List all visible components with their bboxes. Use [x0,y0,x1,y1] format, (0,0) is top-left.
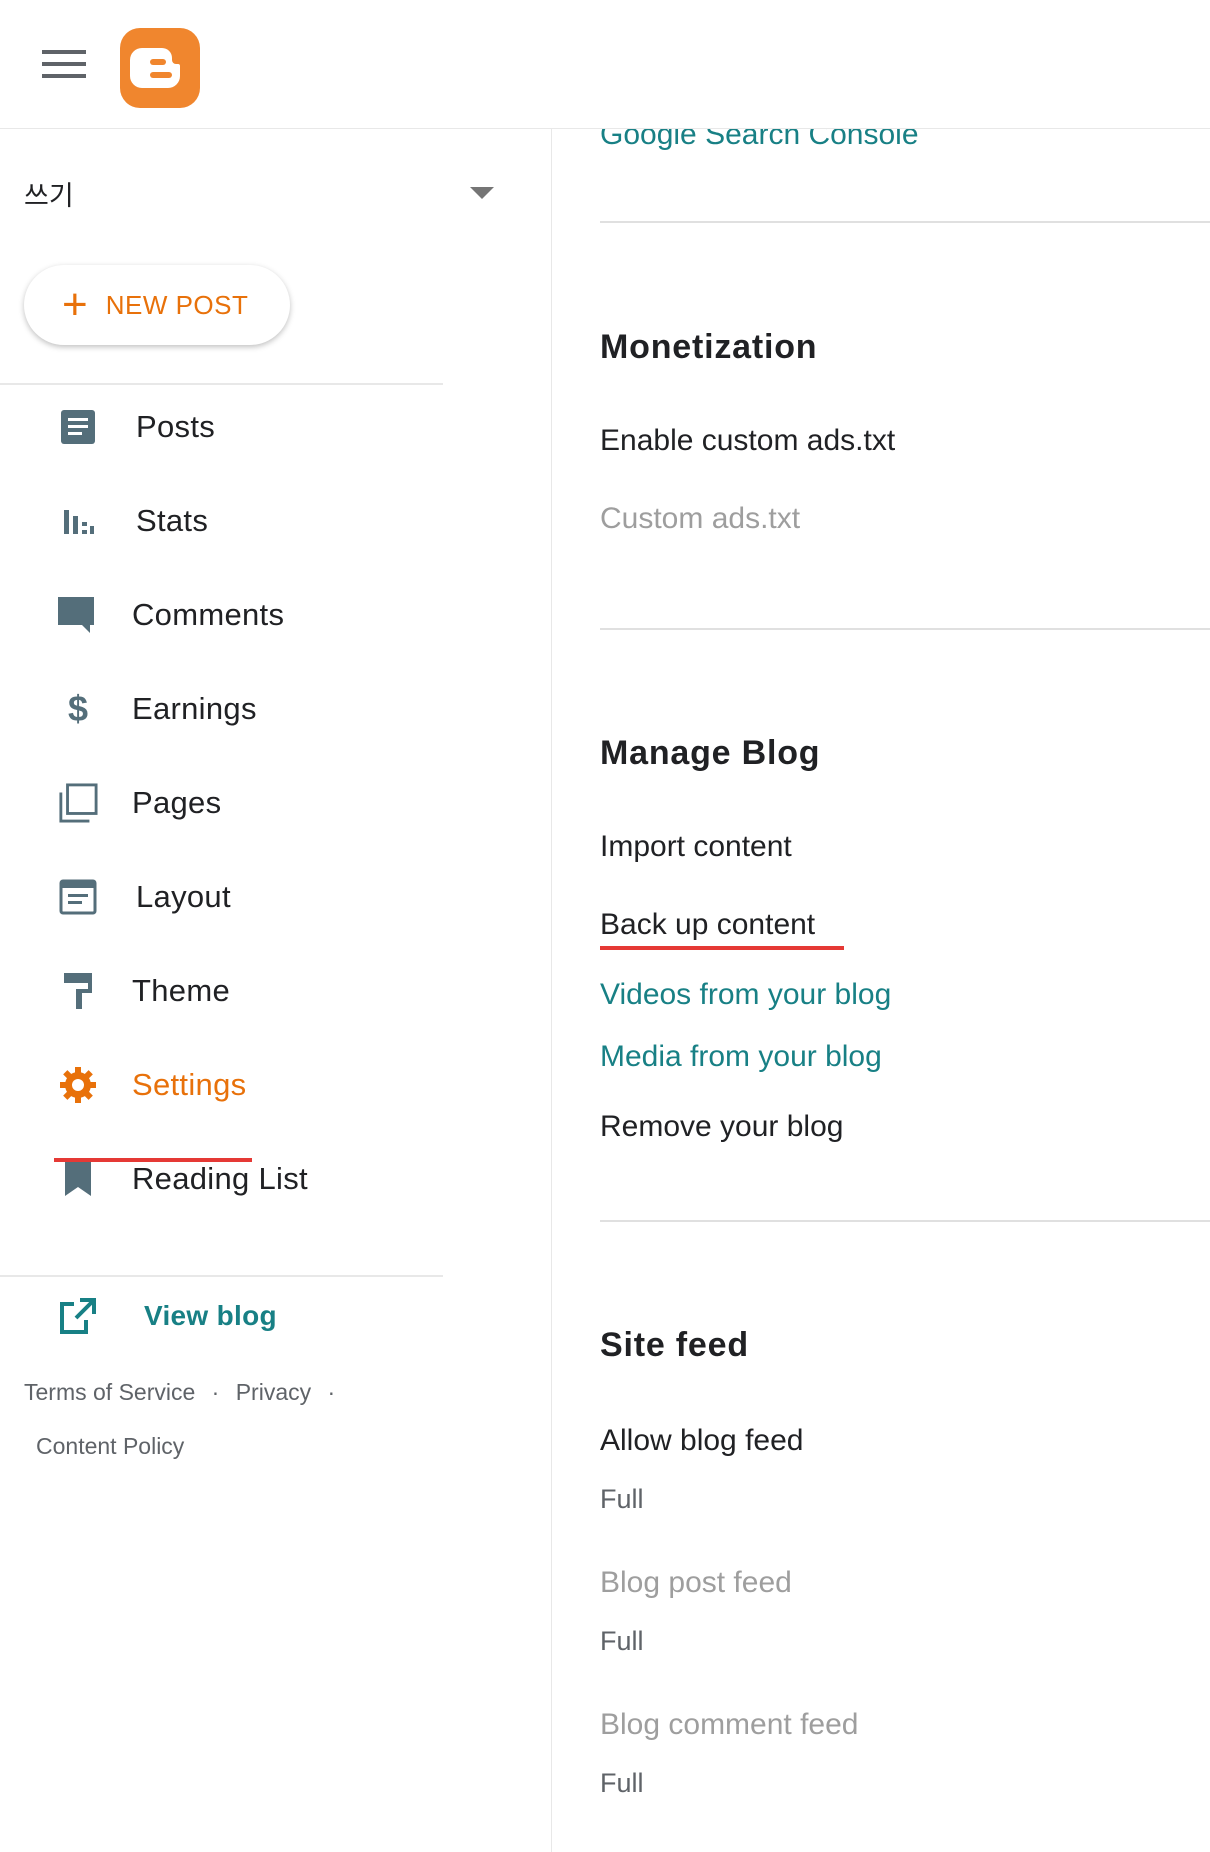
content-policy-link[interactable]: Content Policy [36,1433,184,1459]
blog-selector[interactable]: 쓰기 [24,173,494,213]
sidebar-item-reading-list[interactable]: Reading List [0,1139,443,1219]
sidebar-item-label: Stats [136,503,209,538]
sidebar-item-label: Layout [136,879,231,914]
section-divider [600,628,1210,630]
new-post-label: NEW POST [105,289,249,320]
custom-ads-txt-setting: Custom ads.txt [600,502,801,535]
sidebar-item-pages[interactable]: Pages [0,763,443,843]
terms-of-service-link[interactable]: Terms of Service [24,1379,195,1405]
sidebar-item-posts[interactable]: Posts [0,387,443,467]
back-up-content-link[interactable]: Back up content [600,908,815,942]
dropdown-caret-icon [470,187,494,199]
blogger-logo-icon[interactable] [120,28,200,108]
sidebar-item-label: Reading List [132,1161,308,1196]
separator: · [211,1379,220,1405]
sidebar-divider [0,383,443,385]
section-divider [600,221,1210,223]
sidebar-item-earnings[interactable]: $ Earnings [0,669,443,749]
sidebar-item-layout[interactable]: Layout [0,857,443,937]
view-blog-label: View blog [144,1300,277,1331]
posts-icon [58,407,98,447]
sidebar-item-label: Earnings [132,691,257,726]
dollar-icon: $ [67,688,89,729]
external-link-icon [58,1296,98,1336]
manage-blog-heading: Manage Blog [600,734,821,772]
sidebar-divider [0,1275,443,1277]
monetization-heading: Monetization [600,328,818,366]
blog-post-feed-value: Full [600,1626,644,1656]
stats-icon [58,501,98,541]
privacy-link[interactable]: Privacy [236,1379,311,1405]
enable-custom-ads-txt-setting[interactable]: Enable custom ads.txt [600,424,895,458]
top-bar [0,0,1210,129]
sidebar-item-comments[interactable]: Comments [0,575,443,655]
sidebar-item-label: Comments [132,597,285,632]
allow-blog-feed-setting[interactable]: Allow blog feed [600,1424,803,1458]
blog-post-feed-setting: Blog post feed [600,1566,792,1599]
remove-blog-link[interactable]: Remove your blog [600,1110,843,1144]
sidebar: 쓰기 + NEW POST Posts Stats Comments $ Ear… [0,129,552,1852]
comments-icon [56,595,96,635]
settings-main: Google Search Console Monetization Enabl… [552,0,1210,1852]
back-up-content-underline [600,946,844,950]
videos-from-blog-link[interactable]: Videos from your blog [600,978,891,1012]
allow-blog-feed-value: Full [600,1484,644,1514]
sidebar-item-label: Settings [132,1067,247,1102]
site-feed-heading: Site feed [600,1326,749,1364]
separator: · [327,1379,336,1405]
hamburger-menu-icon[interactable] [42,50,86,80]
view-blog-link[interactable]: View blog [0,1281,443,1351]
sidebar-item-stats[interactable]: Stats [0,481,443,561]
pages-icon [58,783,98,823]
blog-comment-feed-value: Full [600,1768,644,1798]
bookmark-icon [58,1159,98,1199]
paint-roller-icon [58,971,98,1011]
media-from-blog-link[interactable]: Media from your blog [600,1040,882,1074]
blog-comment-feed-setting: Blog comment feed [600,1708,859,1741]
plus-icon: + [62,280,88,329]
blog-name: 쓰기 [24,180,74,211]
sidebar-item-label: Theme [132,973,230,1008]
sidebar-item-label: Pages [132,785,222,820]
gear-icon [58,1065,98,1105]
sidebar-item-label: Posts [136,409,216,444]
blogger-settings-page: 쓰기 + NEW POST Posts Stats Comments $ Ear… [0,0,1210,1852]
footer-links: Terms of Service · Privacy · Content Pol… [24,1365,444,1473]
sidebar-item-settings[interactable]: Settings [0,1045,443,1125]
import-content-link[interactable]: Import content [600,830,792,864]
settings-active-underline [54,1158,252,1162]
sidebar-item-theme[interactable]: Theme [0,951,443,1031]
section-divider [600,1220,1210,1222]
layout-icon [58,877,98,917]
new-post-button[interactable]: + NEW POST [24,265,290,345]
